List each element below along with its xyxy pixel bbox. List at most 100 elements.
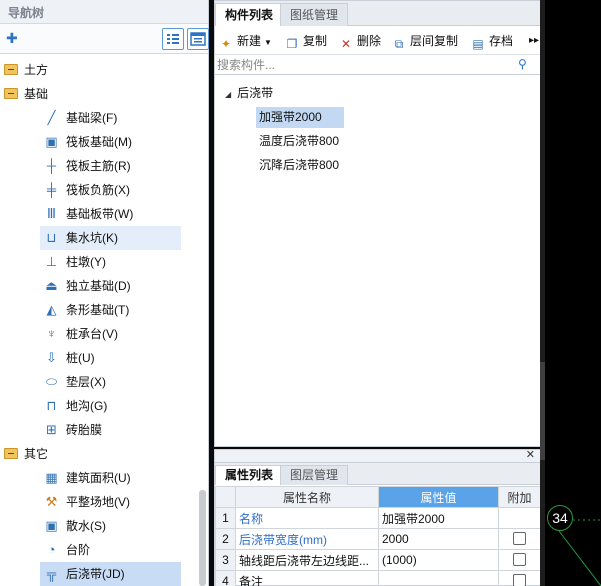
tab-component-list[interactable]: 构件列表 bbox=[215, 3, 284, 26]
pile-icon: ⇩ bbox=[46, 350, 57, 365]
property-extra bbox=[498, 507, 541, 529]
tree-item-cushion[interactable]: ⬭ 垫层(X) bbox=[0, 370, 197, 394]
table-row[interactable]: 4 备注 bbox=[215, 570, 541, 586]
tree-item-brick-form[interactable]: ⊞ 砖胎膜 bbox=[0, 418, 197, 442]
list-view-button[interactable] bbox=[162, 28, 184, 50]
tree-item-label: 桩(U) bbox=[66, 351, 95, 365]
property-name: 名称 bbox=[235, 507, 379, 529]
component-root-label: 后浇带 bbox=[237, 86, 274, 100]
nav-toolbar: ✚ bbox=[0, 24, 209, 54]
tree-item-label: 条形基础(T) bbox=[66, 303, 130, 317]
tree-item-label: 散水(S) bbox=[66, 519, 106, 533]
tree-item-label: 后浇带(JD) bbox=[66, 567, 125, 581]
component-item[interactable]: 加强带2000 bbox=[256, 107, 344, 128]
tree-group-label: 其它 bbox=[24, 447, 49, 461]
column-header-name[interactable]: 属性名称 bbox=[235, 486, 379, 508]
property-value[interactable]: 加强带2000 bbox=[378, 507, 499, 529]
tree-item-strip-footing[interactable]: ◭ 条形基础(T) bbox=[0, 298, 197, 322]
tree-item-site-leveling[interactable]: ⚒ 平整场地(V) bbox=[0, 490, 197, 514]
axis-marker[interactable]: 34 bbox=[547, 505, 573, 531]
tree-item-column-pier[interactable]: ⊥ 柱墩(Y) bbox=[0, 250, 197, 274]
tree-item-raft-main-rebar[interactable]: ┼ 筏板主筋(R) bbox=[0, 154, 197, 178]
table-row[interactable]: 1 名称 加强带2000 bbox=[215, 507, 541, 529]
tree-item-isolated-footing[interactable]: ⏏ 独立基础(D) bbox=[0, 274, 197, 298]
property-value[interactable]: 2000 bbox=[378, 528, 499, 550]
tree-item-label: 独立基础(D) bbox=[66, 279, 131, 293]
tree-item-label: 集水坑(K) bbox=[66, 231, 118, 245]
nav-title: 导航树 bbox=[0, 0, 208, 24]
tree-group-earthwork[interactable]: 土方 bbox=[0, 58, 197, 82]
column-header-extra[interactable]: 附加 bbox=[498, 486, 541, 508]
properties-tabs: 属性列表 图层管理 bbox=[215, 463, 540, 485]
drawing-canvas[interactable]: 34 bbox=[545, 0, 601, 586]
tree-item-pile[interactable]: ⇩ 桩(U) bbox=[0, 346, 197, 370]
tree-item-post-cast-strip[interactable]: ╦ 后浇带(JD) bbox=[40, 562, 181, 586]
delete-button[interactable]: ✕ 删除 bbox=[339, 31, 381, 51]
tree-item-pile-cap[interactable]: ♆ 桩承台(V) bbox=[0, 322, 197, 346]
table-row[interactable]: 2 后浇带宽度(mm) 2000 bbox=[215, 528, 541, 550]
tree-item-building-area[interactable]: ▦ 建筑面积(U) bbox=[0, 466, 197, 490]
tree-item-label: 基础梁(F) bbox=[66, 111, 118, 125]
search-input[interactable] bbox=[217, 56, 517, 74]
component-item[interactable]: 沉降后浇带800 bbox=[256, 155, 342, 176]
property-value[interactable]: (1000) bbox=[378, 549, 499, 571]
row-number: 1 bbox=[215, 507, 236, 529]
component-tabs: 构件列表 图纸管理 bbox=[215, 1, 540, 26]
tree-item-foundation-strip[interactable]: Ⅲ 基础板带(W) bbox=[0, 202, 197, 226]
property-name: 后浇带宽度(mm) bbox=[235, 528, 379, 550]
property-value[interactable] bbox=[378, 570, 499, 586]
steps-icon: ◔ bbox=[47, 542, 56, 557]
property-name: 备注 bbox=[235, 570, 379, 586]
trench-icon: ⊓ bbox=[46, 398, 57, 413]
tree-item-steps[interactable]: ◔ 台阶 bbox=[0, 538, 197, 562]
brick-form-icon: ⊞ bbox=[46, 422, 57, 437]
extra-checkbox[interactable] bbox=[513, 532, 526, 545]
component-item[interactable]: 温度后浇带800 bbox=[256, 131, 342, 152]
new-label: 新建 bbox=[237, 34, 262, 48]
strip-footing-icon: ◭ bbox=[46, 302, 57, 317]
tree-group-label: 基础 bbox=[24, 87, 49, 101]
folder-icon bbox=[4, 64, 18, 75]
tree-item-raft-negative-rebar[interactable]: ╪ 筏板负筋(X) bbox=[0, 178, 197, 202]
close-icon[interactable]: ✕ bbox=[526, 448, 535, 461]
floor-copy-icon: ⧉ bbox=[394, 37, 404, 51]
copy-button[interactable]: ❐ 复制 bbox=[285, 31, 327, 51]
tab-layer-management[interactable]: 图层管理 bbox=[280, 465, 349, 485]
extra-checkbox[interactable] bbox=[513, 574, 526, 586]
table-row[interactable]: 3 轴线距后浇带左边线距... (1000) bbox=[215, 549, 541, 571]
sump-icon: ⊔ bbox=[46, 230, 57, 245]
folder-icon bbox=[4, 448, 18, 459]
tree-item-foundation-beam[interactable]: ╱ 基础梁(F) bbox=[0, 106, 197, 130]
tab-drawing-management[interactable]: 图纸管理 bbox=[280, 3, 349, 26]
tab-property-list[interactable]: 属性列表 bbox=[215, 465, 284, 485]
save-icon: ▤ bbox=[472, 37, 484, 51]
nav-scrollbar[interactable] bbox=[199, 490, 206, 586]
component-root[interactable]: ◢ 后浇带 bbox=[225, 83, 273, 103]
component-search: ⚲ bbox=[215, 55, 540, 75]
tree-item-label: 筏板主筋(R) bbox=[66, 159, 131, 173]
pile-cap-icon: ♆ bbox=[46, 326, 57, 341]
panel-view-button[interactable] bbox=[187, 28, 209, 50]
tree-group-foundation[interactable]: 基础 bbox=[0, 82, 197, 106]
cushion-icon: ⬭ bbox=[45, 374, 58, 389]
collapse-arrow-icon[interactable]: ◢ bbox=[225, 85, 231, 105]
properties-header: ✕ bbox=[215, 448, 540, 463]
tree-item-trench[interactable]: ⊓ 地沟(G) bbox=[0, 394, 197, 418]
nav-tree: 土方 基础 ╱ 基础梁(F) ▣ 筏板基础(M) ┼ 筏板主筋(R) ╪ 筏板负筋(X)… bbox=[0, 56, 197, 586]
tree-item-raft-foundation[interactable]: ▣ 筏板基础(M) bbox=[0, 130, 197, 154]
column-header-value[interactable]: 属性值 bbox=[378, 486, 499, 508]
property-extra bbox=[498, 570, 541, 586]
property-header-row: 属性名称 属性值 附加 bbox=[215, 486, 541, 508]
add-icon[interactable]: ✚ bbox=[6, 30, 22, 46]
tree-item-sump-pit[interactable]: ⊔ 集水坑(K) bbox=[40, 226, 181, 250]
tree-group-other[interactable]: 其它 bbox=[0, 442, 197, 466]
save-button[interactable]: ▤ 存档 bbox=[471, 31, 513, 51]
new-button[interactable]: ✦ 新建 ▼ bbox=[219, 31, 272, 51]
more-icon[interactable]: ▸▸ bbox=[529, 31, 539, 51]
tree-item-label: 基础板带(W) bbox=[66, 207, 134, 221]
floor-copy-button[interactable]: ⧉ 层间复制 bbox=[392, 31, 458, 51]
tree-item-apron[interactable]: ▣ 散水(S) bbox=[0, 514, 197, 538]
search-icon[interactable]: ⚲ bbox=[518, 57, 532, 71]
rebar-main-icon: ┼ bbox=[46, 158, 57, 173]
extra-checkbox[interactable] bbox=[513, 553, 526, 566]
